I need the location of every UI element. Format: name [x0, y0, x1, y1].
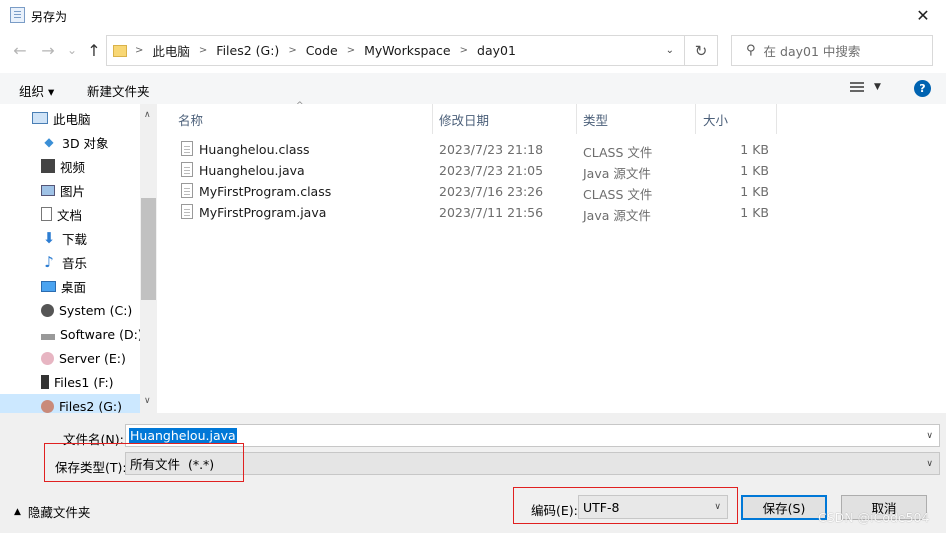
file-row[interactable]: Huanghelou.java 2023/7/23 21:05 Java 源文件…: [176, 160, 776, 181]
sidebar-item-this-pc[interactable]: 此电脑: [32, 106, 157, 130]
computer-icon: [32, 112, 48, 124]
drive-icon: [41, 375, 49, 389]
recent-locations-icon[interactable]: ⌄: [62, 40, 82, 60]
breadcrumb-code[interactable]: Code: [301, 43, 343, 58]
details-view-icon: [850, 82, 864, 92]
search-placeholder: 在 day01 中搜索: [763, 44, 861, 59]
folder-icon: [113, 44, 127, 57]
sidebar-item-drive-g[interactable]: Files2 (G:): [0, 394, 140, 413]
filename-field[interactable]: Huanghelou.java ∨: [125, 424, 940, 447]
window-title: 另存为: [31, 10, 68, 24]
column-header-name[interactable]: 名称: [157, 104, 433, 134]
video-icon: [41, 159, 55, 173]
search-input[interactable]: ⚲ 在 day01 中搜索: [731, 35, 933, 66]
drive-icon: [41, 334, 55, 340]
organize-button[interactable]: 组织 ▾: [19, 81, 54, 100]
chevron-right-icon: >: [288, 45, 297, 56]
column-header-date[interactable]: 修改日期: [433, 104, 577, 134]
scrollbar-thumb[interactable]: [141, 198, 156, 300]
save-button[interactable]: 保存(S): [741, 495, 827, 520]
download-icon: ⬇: [42, 229, 56, 247]
java-file-icon: [181, 162, 193, 177]
filename-value: Huanghelou.java: [129, 428, 237, 443]
breadcrumb-myworkspace[interactable]: MyWorkspace: [359, 43, 456, 58]
breadcrumb-this-pc[interactable]: 此电脑: [147, 41, 195, 60]
annotation-box-encoding: [513, 487, 738, 524]
sidebar-scrollbar[interactable]: ∧ ∨: [140, 104, 157, 413]
forward-icon[interactable]: →: [38, 40, 58, 60]
title-bar: 另存为 ✕: [0, 0, 946, 31]
address-bar[interactable]: > 此电脑 > Files2 (G:) > Code > MyWorkspace…: [106, 35, 685, 66]
chevron-down-icon[interactable]: ∨: [926, 431, 933, 441]
file-row[interactable]: Huanghelou.class 2023/7/23 21:18 CLASS 文…: [176, 139, 776, 160]
desktop-icon: [41, 280, 56, 292]
file-row[interactable]: MyFirstProgram.java 2023/7/11 21:56 Java…: [176, 202, 776, 223]
document-icon: [41, 207, 52, 221]
filetype-select[interactable]: 所有文件 (*.*) ∨: [125, 452, 940, 475]
toolbar: 组织 ▾ 新建文件夹 ▼ ?: [0, 73, 946, 104]
search-icon: ⚲: [746, 43, 756, 58]
breadcrumb-day01[interactable]: day01: [472, 43, 521, 58]
file-row[interactable]: MyFirstProgram.class 2023/7/16 23:26 CLA…: [176, 181, 776, 202]
chevron-right-icon: >: [346, 45, 356, 56]
drive-icon: [41, 399, 54, 413]
chevron-right-icon: >: [135, 45, 144, 56]
column-header-size[interactable]: 大小: [696, 104, 777, 134]
chevron-right-icon: >: [459, 45, 469, 56]
watermark: CSDN @iCode504: [818, 510, 930, 525]
java-file-icon: [181, 204, 193, 219]
chevron-down-icon: ▼: [874, 82, 881, 92]
scroll-up-icon[interactable]: ∧: [144, 110, 151, 120]
drive-icon: [41, 303, 54, 317]
up-icon[interactable]: ↑: [84, 40, 104, 60]
close-button[interactable]: ✕: [900, 0, 946, 31]
navigation-pane: 此电脑 ◆ 3D 对象 视频 图片 文档 ⬇ 下载 ♪ 音乐 桌面 System…: [0, 104, 157, 413]
notepad-icon: [10, 7, 25, 23]
picture-icon: [41, 184, 55, 196]
chevron-down-icon[interactable]: ⌄: [666, 45, 674, 56]
view-options-button[interactable]: ▼: [850, 82, 881, 92]
file-icon: [181, 141, 193, 156]
file-icon: [181, 183, 193, 198]
help-icon[interactable]: ?: [914, 80, 931, 97]
hide-folders-toggle[interactable]: ▲ 隐藏文件夹: [14, 502, 90, 521]
chevron-up-icon: ▲: [14, 506, 21, 517]
back-icon[interactable]: ←: [10, 40, 30, 60]
breadcrumb-files2[interactable]: Files2 (G:): [211, 43, 284, 58]
column-header-type[interactable]: 类型: [577, 104, 696, 134]
chevron-down-icon: ∨: [926, 458, 933, 469]
scroll-down-icon[interactable]: ∨: [144, 396, 151, 406]
music-icon: ♪: [44, 253, 54, 271]
cube-icon: ◆: [44, 135, 54, 149]
annotation-box-filetype: [44, 443, 244, 482]
chevron-right-icon: >: [198, 45, 208, 56]
new-folder-button[interactable]: 新建文件夹: [87, 81, 150, 100]
refresh-button[interactable]: ↻: [685, 35, 718, 66]
drive-icon: [41, 351, 54, 365]
